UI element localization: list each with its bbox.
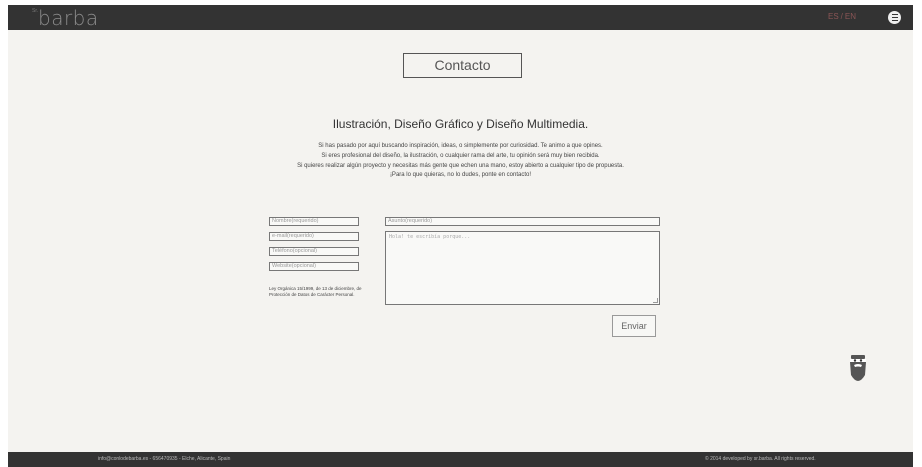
menu-icon[interactable] [888,11,901,24]
lang-separator: / [840,12,843,21]
intro-line: Si eres profesional del diseño, la ilust… [321,152,600,159]
intro-line: ¡Para lo que quieras, no lo dudes, ponte… [389,172,532,179]
lang-en-link[interactable]: EN [845,12,856,21]
footer-contact: info@conlodebarba.es - 656470935 - Elche… [98,456,231,462]
footer-copyright: © 2014 developed by sr.barba. All rights… [705,456,816,462]
footer: info@conlodebarba.es - 656470935 - Elche… [8,452,913,467]
name-field[interactable]: Nombre(requerido) [269,217,359,226]
top-navbar: Sr. barba ES / EN [8,5,913,30]
message-placeholder: Hola! te escribía porque... [389,234,471,240]
intro-text: Si has pasado por aquí buscando inspirac… [8,142,913,181]
lang-es-link[interactable]: ES [828,12,839,21]
language-switcher: ES / EN [828,12,856,21]
website-field[interactable]: Website(opcional) [269,262,359,271]
intro-line: Si quieres realizar algún proyecto y nec… [297,162,624,169]
email-field[interactable]: e-mail(requerido) [269,232,359,241]
subject-field[interactable]: Asunto(requerido) [385,217,660,226]
resize-handle[interactable] [653,298,658,303]
page: Sr. barba ES / EN Contacto Ilustración, … [8,5,913,467]
section-heading: Ilustración, Diseño Gráfico y Diseño Mul… [332,117,589,131]
page-title: Contacto [403,53,522,78]
beard-mascot-icon [850,355,866,381]
phone-field[interactable]: Teléfono(opcional) [269,247,359,256]
intro-line: Si has pasado por aquí buscando inspirac… [318,143,603,149]
message-textarea[interactable]: Hola! te escribía porque... [385,231,660,305]
send-button[interactable]: Enviar [612,315,656,337]
legal-notice: Ley Orgánica 15/1999, de 13 de diciembre… [269,286,362,297]
logo[interactable]: barba [38,6,99,30]
